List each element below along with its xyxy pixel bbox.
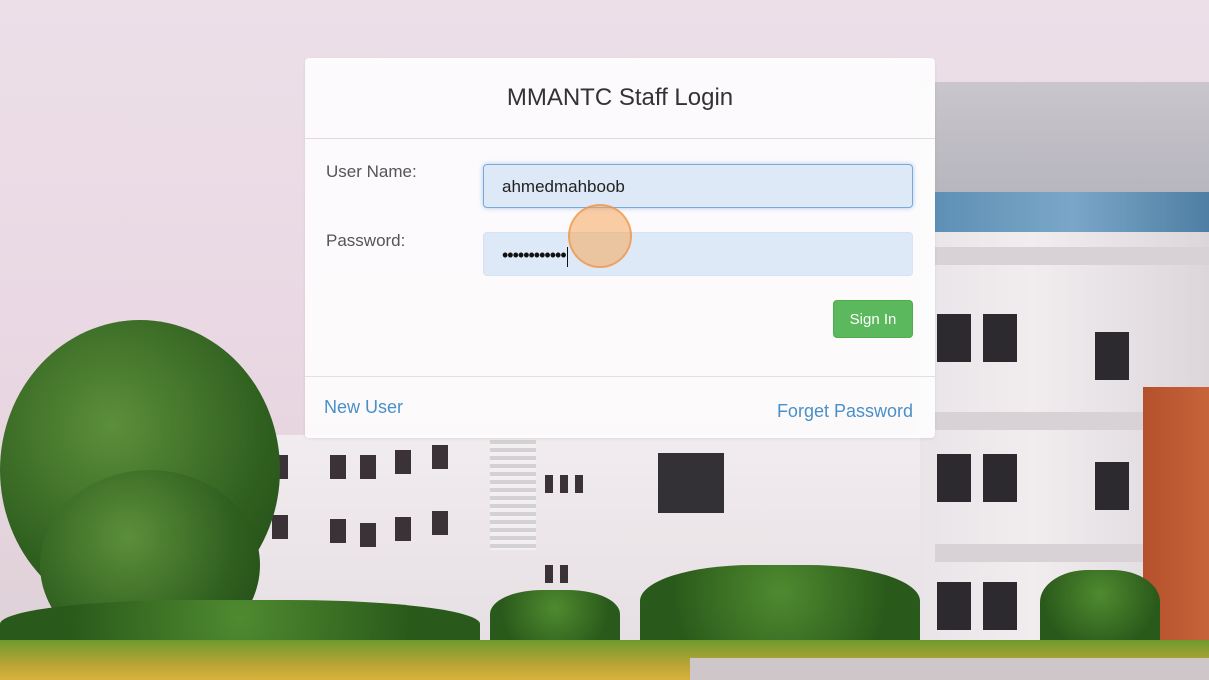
- tall-building: [915, 82, 1209, 667]
- sign-in-button[interactable]: Sign In: [833, 300, 913, 338]
- text-caret: [566, 246, 568, 267]
- password-value: ••••••••••••: [502, 245, 567, 265]
- forget-password-link[interactable]: Forget Password: [777, 401, 913, 422]
- page-title: MMANTC Staff Login: [506, 84, 734, 111]
- login-panel: MMANTC Staff Login User Name: ahmedmahbo…: [305, 58, 935, 438]
- username-label: User Name:: [326, 162, 417, 181]
- username-value: ahmedmahboob: [502, 177, 625, 196]
- login-footer: New User Forget Password: [305, 376, 935, 439]
- password-label: Password:: [326, 231, 406, 250]
- road: [690, 658, 1209, 680]
- login-header: MMANTC Staff Login: [305, 58, 935, 139]
- password-field[interactable]: ••••••••••••: [483, 232, 913, 276]
- new-user-link[interactable]: New User: [324, 397, 403, 418]
- username-field[interactable]: ahmedmahboob: [483, 164, 913, 208]
- hedge: [1040, 570, 1160, 650]
